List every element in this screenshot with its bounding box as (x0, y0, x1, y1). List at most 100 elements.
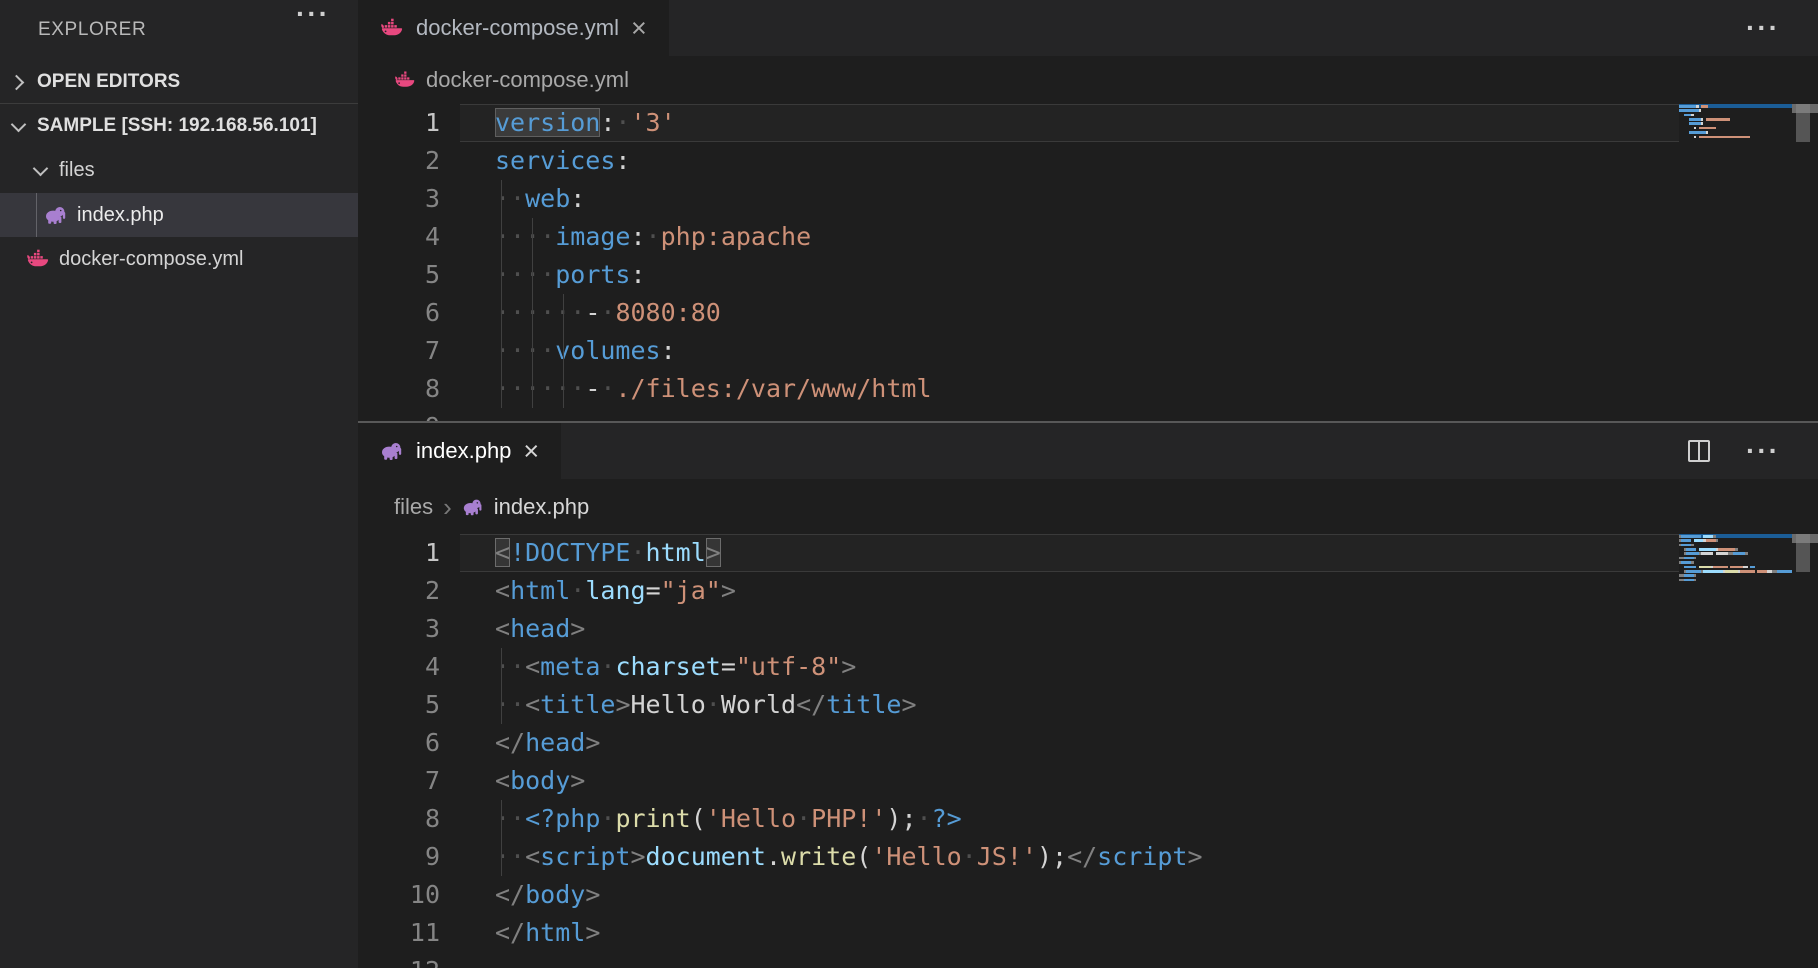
php-icon (44, 203, 68, 227)
code-line[interactable]: ····ports: (460, 256, 1792, 294)
code-token: write (781, 842, 856, 871)
line-number: 4 (358, 218, 440, 256)
breadcrumb: files › index.php (358, 479, 1818, 534)
code-token: > (585, 880, 600, 909)
minimap-line (1679, 582, 1792, 586)
code-line[interactable]: <html·lang="ja"> (460, 572, 1792, 610)
line-number: 7 (358, 762, 440, 800)
code-token: · (570, 576, 585, 605)
code-token: < (495, 614, 510, 643)
tab-index-php[interactable]: index.php × (358, 423, 561, 479)
scrollbar-handle[interactable] (1796, 104, 1810, 142)
line-number: 6 (358, 724, 440, 762)
code-token: : (661, 336, 676, 365)
tree-item-index-php[interactable]: index.php (0, 193, 358, 237)
code-token: 'Hello (706, 804, 796, 833)
code-line[interactable]: services: (460, 142, 1792, 180)
breadcrumb-item[interactable]: docker-compose.yml (426, 67, 629, 93)
tab-bar-actions: ··· (1746, 0, 1818, 56)
breadcrumb-item[interactable]: index.php (494, 494, 589, 520)
code-token: . (766, 842, 781, 871)
tree-item-docker-compose-yml[interactable]: docker-compose.yml (0, 237, 358, 281)
code-token: > (615, 690, 630, 719)
code-token: '3' (630, 108, 675, 137)
code-token: · (600, 804, 615, 833)
code-line[interactable]: ··<title>Hello·World</title> (460, 686, 1792, 724)
code-token: > (570, 614, 585, 643)
code-line[interactable]: ······-·8080:80 (460, 294, 1792, 332)
open-editors-section-header[interactable]: OPEN EDITORS (0, 60, 358, 104)
tab-docker-compose-yml[interactable]: docker-compose.yml × (358, 0, 669, 56)
breadcrumb-separator: › (443, 497, 452, 517)
code-token: charset (615, 652, 720, 681)
close-icon[interactable]: × (523, 439, 539, 463)
line-number: 4 (358, 648, 440, 686)
code-line[interactable]: </body> (460, 876, 1792, 914)
tree-item-files-folder[interactable]: files (0, 148, 358, 192)
line-number: 6 (358, 294, 440, 332)
workspace-section-header[interactable]: SAMPLE [SSH: 192.168.56.101] (0, 104, 358, 148)
workspace-label: SAMPLE [SSH: 192.168.56.101] (37, 115, 317, 137)
code-line[interactable]: version:·'3' (460, 104, 1792, 142)
code-line[interactable]: ··<script>document.write('Hello·JS!');</… (460, 838, 1792, 876)
file-name: docker-compose.yml (59, 248, 244, 271)
split-editor-icon[interactable] (1688, 440, 1710, 462)
code-token: ······ (495, 298, 585, 327)
code-token: > (841, 652, 856, 681)
breadcrumb-item[interactable]: files (394, 494, 433, 520)
code-token: · (600, 298, 615, 327)
indent-guide (501, 180, 502, 408)
explorer-header: EXPLORER ··· (0, 0, 358, 60)
code-line[interactable]: <body> (460, 762, 1792, 800)
vertical-scrollbar[interactable] (1792, 104, 1818, 421)
tab-label: index.php (416, 438, 511, 464)
code-token: > (706, 538, 721, 567)
code-token: > (1187, 842, 1202, 871)
explorer-sidebar: EXPLORER ··· OPEN EDITORS SAMPLE [SSH: 1… (0, 0, 358, 968)
code-line[interactable]: <head> (460, 610, 1792, 648)
line-number: 3 (358, 610, 440, 648)
code-line[interactable]: </html> (460, 914, 1792, 952)
line-number-gutter: 123456789 (358, 104, 440, 421)
code-token: ports (555, 260, 630, 289)
code-line[interactable]: ··<?php·print('Hello·PHP!');·?> (460, 800, 1792, 838)
code-token: > (585, 918, 600, 947)
code-line[interactable] (460, 408, 1792, 421)
code-line[interactable]: ····image:·php:apache (460, 218, 1792, 256)
code-lines: <!DOCTYPE·html><html·lang="ja"><head>··<… (460, 534, 1792, 968)
line-number: 9 (358, 408, 440, 421)
line-number: 11 (358, 914, 440, 952)
code-line[interactable]: </head> (460, 724, 1792, 762)
open-editors-label: OPEN EDITORS (37, 71, 180, 93)
code-line[interactable] (460, 952, 1792, 968)
more-actions-button[interactable]: ··· (1746, 18, 1780, 38)
minimap[interactable] (1679, 534, 1792, 968)
code-token: ·· (495, 184, 525, 213)
code-token: ···· (495, 336, 555, 365)
code-token: script (540, 842, 630, 871)
vscode-window: EXPLORER ··· OPEN EDITORS SAMPLE [SSH: 1… (0, 0, 1818, 968)
minimap[interactable] (1679, 104, 1792, 421)
line-number: 5 (358, 686, 440, 724)
code-token: > (901, 690, 916, 719)
code-line[interactable]: <!DOCTYPE·html> (460, 534, 1792, 572)
chevron-down-icon (8, 116, 28, 136)
close-icon[interactable]: × (631, 16, 647, 40)
more-actions-button[interactable]: ··· (1746, 441, 1780, 461)
code-line[interactable]: ··web: (460, 180, 1792, 218)
code-line[interactable]: ····volumes: (460, 332, 1792, 370)
code-token: ?> (932, 804, 962, 833)
tab-bar-actions: ··· (1688, 423, 1818, 479)
docker-icon (394, 69, 416, 91)
code-token: 'Hello (871, 842, 961, 871)
vertical-scrollbar[interactable] (1792, 534, 1818, 968)
code-token: !DOCTYPE (510, 538, 630, 567)
line-number: 2 (358, 572, 440, 610)
code-line[interactable]: ··<meta·charset="utf-8"> (460, 648, 1792, 686)
code-token: "ja" (661, 576, 721, 605)
code-token: · (600, 374, 615, 403)
code-token: body (510, 766, 570, 795)
scrollbar-handle[interactable] (1796, 534, 1810, 572)
explorer-more-actions-button[interactable]: ··· (296, 4, 330, 24)
code-line[interactable]: ······-·./files:/var/www/html (460, 370, 1792, 408)
